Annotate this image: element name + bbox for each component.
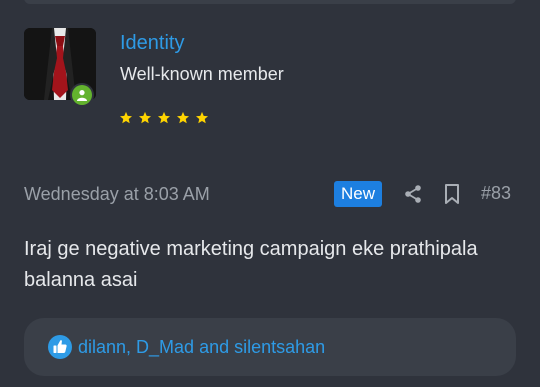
user-title: Well-known member <box>120 64 284 84</box>
post-number-link[interactable]: #83 <box>481 182 511 204</box>
star-icon <box>138 111 152 124</box>
user-avatar-container[interactable] <box>24 28 96 107</box>
bookmark-icon[interactable] <box>442 183 462 205</box>
star-icon <box>119 111 133 124</box>
user-rating-stars <box>119 111 209 125</box>
online-status-badge <box>70 83 94 107</box>
star-icon <box>157 111 171 124</box>
reactions-bar[interactable]: dilann, D_Mad and silentsahan <box>24 318 516 376</box>
new-post-badge: New <box>334 181 382 207</box>
share-icon[interactable] <box>403 184 423 204</box>
reaction-users-link[interactable]: dilann, D_Mad and silentsahan <box>78 335 325 359</box>
star-icon <box>195 111 209 124</box>
star-icon <box>176 111 190 124</box>
post-message: Iraj ge negative marketing campaign eke … <box>24 238 478 291</box>
username-link[interactable]: Identity <box>120 31 184 55</box>
like-icon <box>48 335 72 359</box>
post-date-link[interactable]: Wednesday at 8:03 AM <box>24 183 210 205</box>
previous-post-edge <box>24 0 516 4</box>
user-online-icon <box>77 90 87 101</box>
